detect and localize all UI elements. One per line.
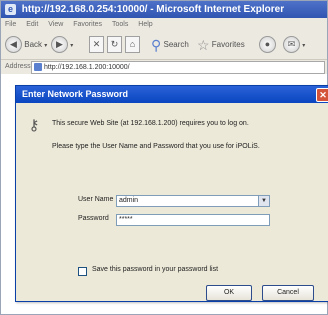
menu-file[interactable]: File bbox=[1, 18, 20, 31]
menu-tools[interactable]: Tools bbox=[108, 18, 132, 31]
search-label: Search bbox=[163, 40, 189, 50]
dialog-title-bar: Enter Network Password ✕ bbox=[16, 86, 328, 103]
address-input[interactable]: http://192.168.1.200:10000/ bbox=[31, 61, 325, 74]
forward-button[interactable]: ▶ ▾ bbox=[51, 36, 73, 54]
address-label: Address bbox=[5, 63, 31, 70]
dialog-message-line2: Please type the User Name and Password t… bbox=[52, 143, 260, 150]
title-bar: e http://192.168.0.254:10000/ - Microsof… bbox=[1, 1, 327, 18]
menu-view[interactable]: View bbox=[44, 18, 67, 31]
favorites-button[interactable]: ☆ Favorites bbox=[197, 36, 245, 54]
chevron-down-icon[interactable]: ▼ bbox=[258, 196, 269, 206]
toolbar: ◀ Back ▾ ▶ ▾ ✕ ↻ ⌂ ⚲ Search ☆ Favorites … bbox=[1, 31, 327, 60]
cancel-button[interactable]: Cancel bbox=[262, 285, 314, 301]
ie-icon: e bbox=[5, 4, 16, 15]
media-button[interactable]: ● bbox=[259, 36, 276, 54]
favorites-label: Favorites bbox=[211, 40, 245, 50]
network-password-dialog: Enter Network Password ✕ ⚷ This secure W… bbox=[15, 85, 328, 302]
window-title: http://192.168.0.254:10000/ - Microsoft … bbox=[21, 4, 285, 15]
page-icon bbox=[34, 63, 42, 71]
dialog-message-line1: This secure Web Site (at 192.168.1.200) … bbox=[52, 120, 249, 127]
address-bar: Address http://192.168.1.200:10000/ bbox=[1, 60, 327, 74]
forward-arrow-icon: ▶ bbox=[51, 36, 68, 54]
media-icon: ● bbox=[259, 36, 276, 54]
back-button[interactable]: ◀ Back ▾ bbox=[5, 36, 47, 54]
search-icon: ⚲ bbox=[151, 37, 162, 53]
username-value: admin bbox=[119, 197, 139, 204]
stop-icon: ✕ bbox=[89, 36, 104, 54]
menu-help[interactable]: Help bbox=[134, 18, 156, 31]
password-field[interactable]: ***** bbox=[116, 214, 270, 226]
back-label: Back bbox=[24, 40, 43, 49]
star-icon: ☆ bbox=[197, 37, 210, 53]
back-arrow-icon: ◀ bbox=[5, 36, 22, 54]
menu-edit[interactable]: Edit bbox=[22, 18, 42, 31]
save-password-label: Save this password in your password list bbox=[92, 266, 219, 273]
refresh-icon: ↻ bbox=[107, 36, 122, 54]
key-icon: ⚷ bbox=[28, 117, 40, 134]
password-label: Password bbox=[78, 215, 109, 222]
username-label: User Name bbox=[78, 196, 114, 203]
dialog-title: Enter Network Password bbox=[22, 89, 129, 99]
menu-favorites[interactable]: Favorites bbox=[69, 18, 106, 31]
address-url: http://192.168.1.200:10000/ bbox=[44, 64, 130, 71]
username-combobox[interactable]: admin ▼ bbox=[116, 195, 270, 207]
close-icon[interactable]: ✕ bbox=[316, 88, 328, 102]
mail-button[interactable]: ✉ ▾ bbox=[283, 36, 305, 54]
search-button[interactable]: ⚲ Search bbox=[151, 36, 189, 54]
password-value: ***** bbox=[119, 216, 133, 223]
mail-icon: ✉ bbox=[283, 36, 300, 54]
home-icon: ⌂ bbox=[125, 36, 140, 54]
refresh-button[interactable]: ↻ bbox=[107, 36, 122, 54]
save-password-checkbox[interactable] bbox=[78, 267, 87, 276]
home-button[interactable]: ⌂ bbox=[125, 36, 140, 54]
menu-bar: File Edit View Favorites Tools Help bbox=[1, 18, 327, 31]
stop-button[interactable]: ✕ bbox=[89, 36, 104, 54]
ok-button[interactable]: OK bbox=[206, 285, 252, 301]
